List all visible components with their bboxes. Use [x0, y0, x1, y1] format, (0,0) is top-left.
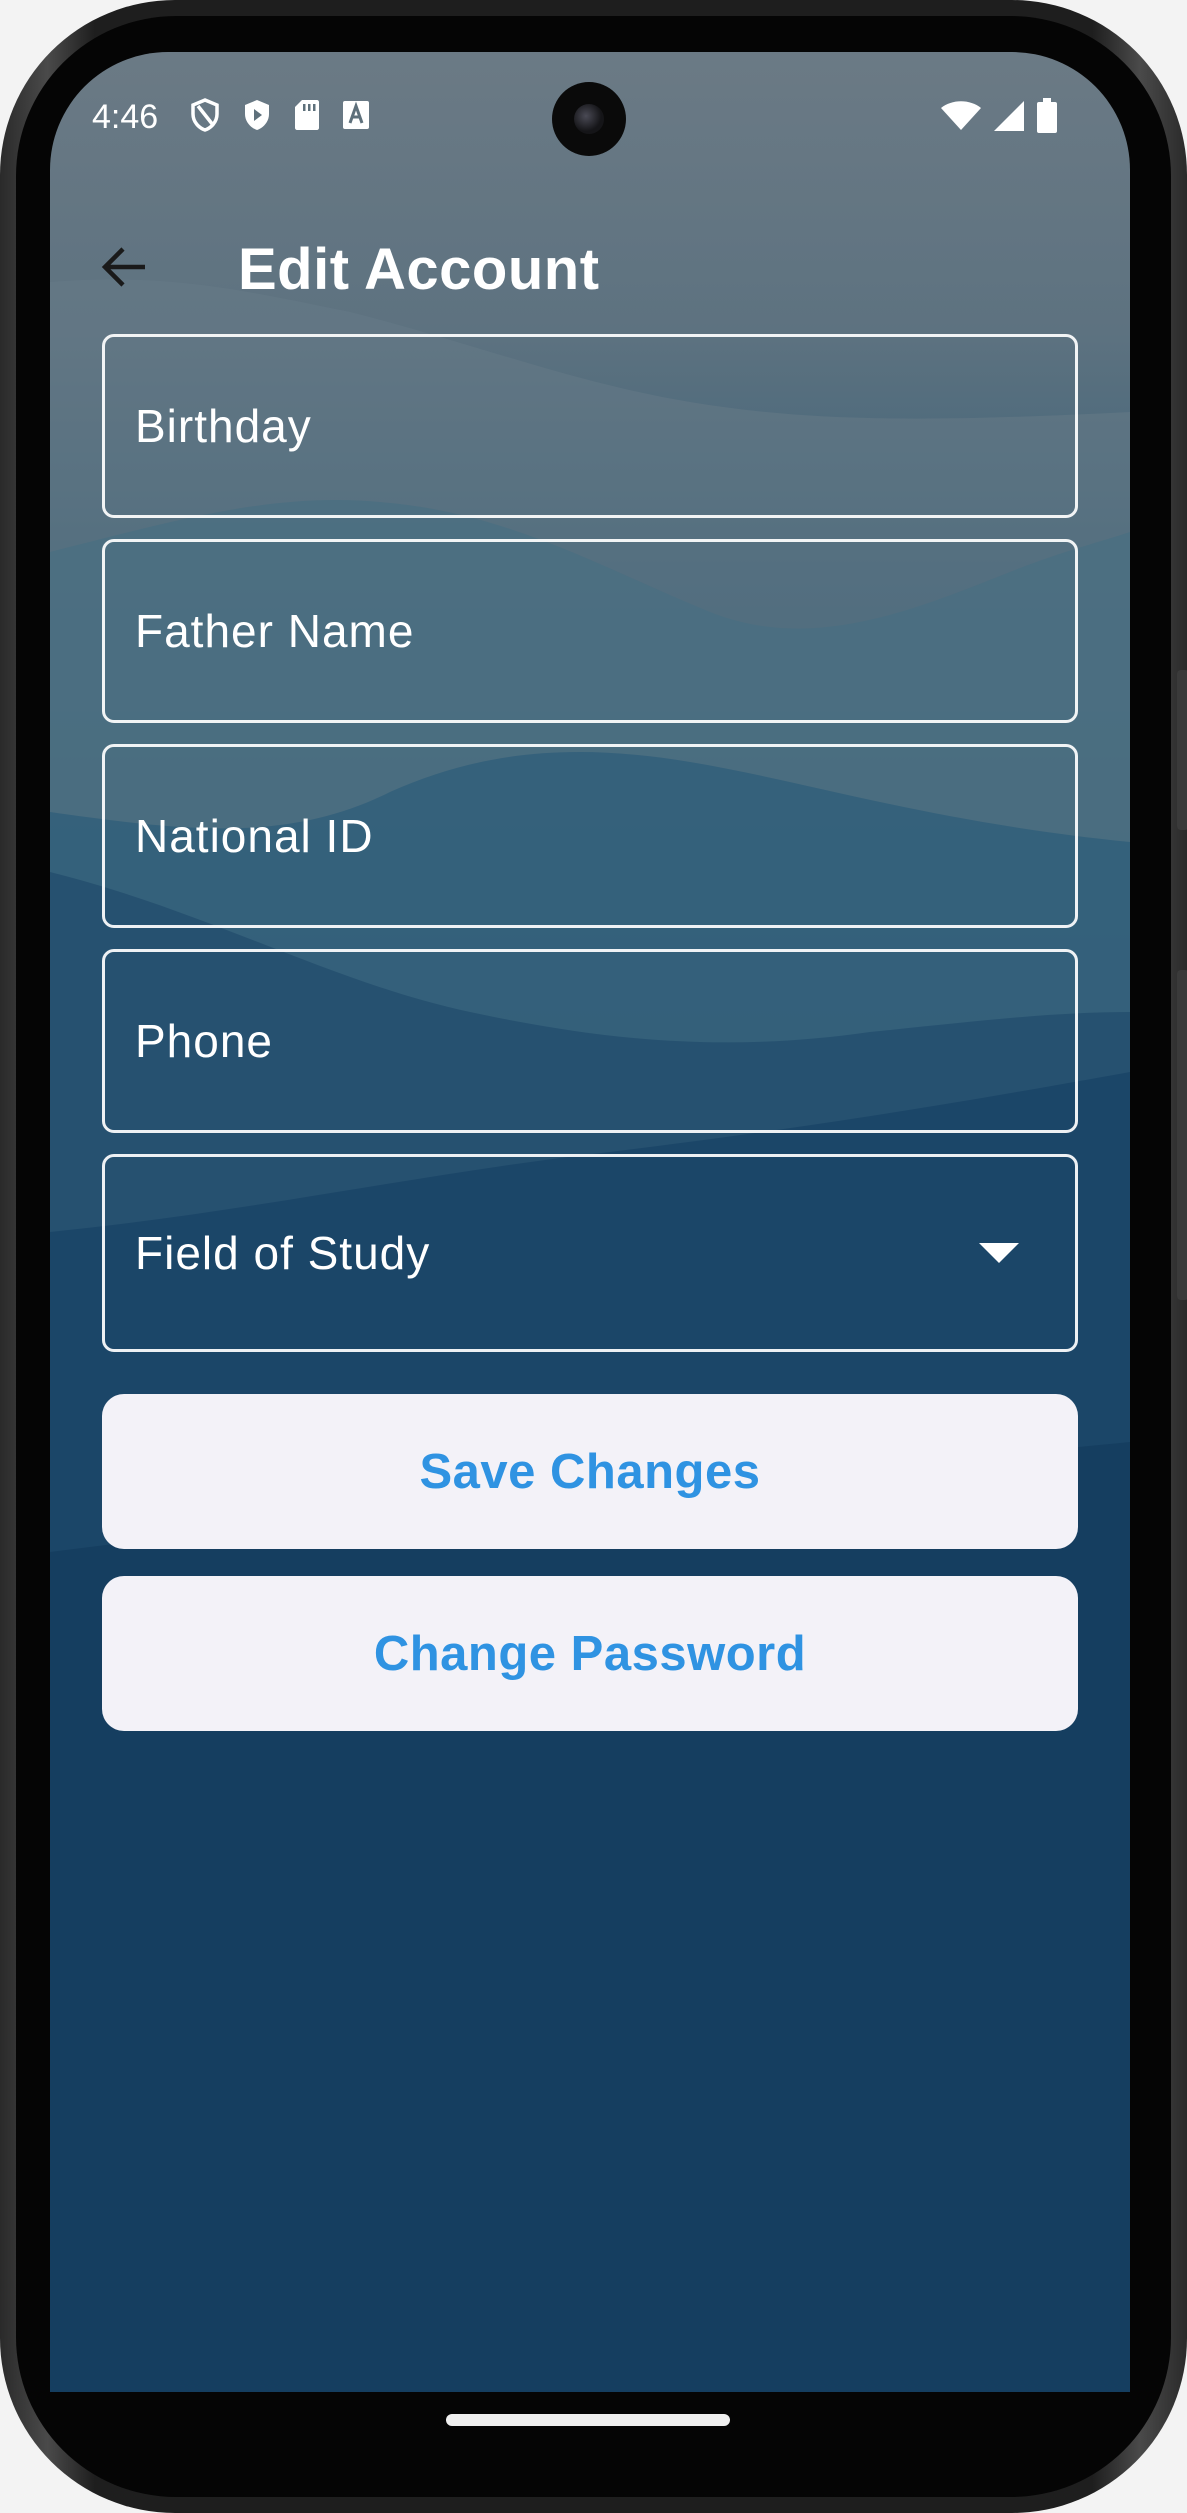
power-button: [1177, 970, 1187, 1300]
cellular-signal-icon: [994, 101, 1024, 131]
edit-account-form: Birthday Father Name National ID Phone F…: [102, 334, 1078, 1758]
shield-outline-icon: [191, 98, 219, 132]
national-id-field[interactable]: National ID: [102, 744, 1078, 928]
home-indicator[interactable]: [446, 2414, 730, 2426]
text-a-icon: [343, 101, 369, 129]
status-icons-right: [940, 98, 1058, 134]
sd-card-icon: [295, 100, 319, 130]
save-changes-button[interactable]: Save Changes: [102, 1394, 1078, 1549]
birthday-label: Birthday: [135, 400, 312, 452]
birthday-field[interactable]: Birthday: [102, 334, 1078, 518]
battery-icon: [1037, 98, 1057, 133]
field-of-study-label: Field of Study: [135, 1227, 431, 1279]
caret-down-icon: [979, 1243, 1019, 1263]
wifi-icon: [941, 101, 981, 130]
father-name-field[interactable]: Father Name: [102, 539, 1078, 723]
app-screen: 4:46 Edit Account Birthday Father Name N…: [50, 52, 1130, 2392]
app-bar: Edit Account: [50, 202, 1130, 322]
phone-field[interactable]: Phone: [102, 949, 1078, 1133]
back-button[interactable]: [90, 232, 160, 302]
status-time: 4:46: [92, 98, 159, 136]
camera-lens: [574, 104, 604, 134]
phone-frame: 4:46 Edit Account Birthday Father Name N…: [0, 0, 1187, 2513]
national-id-label: National ID: [135, 810, 374, 862]
front-camera: [552, 82, 626, 156]
father-name-label: Father Name: [135, 605, 415, 657]
status-bar: 4:46: [50, 52, 1130, 192]
volume-button: [1177, 670, 1187, 830]
arrow-left-icon: [101, 247, 145, 287]
phone-label: Phone: [135, 1015, 274, 1067]
status-icons-left: [190, 98, 370, 132]
page-title: Edit Account: [238, 237, 600, 302]
change-password-button[interactable]: Change Password: [102, 1576, 1078, 1731]
field-of-study-dropdown[interactable]: Field of Study: [102, 1154, 1078, 1352]
shield-play-icon: [245, 100, 269, 130]
